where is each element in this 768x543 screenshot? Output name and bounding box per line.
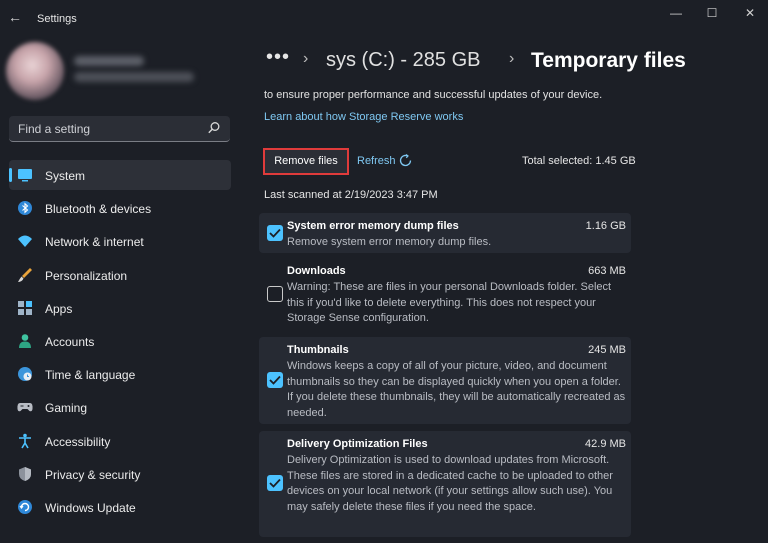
page-title: Temporary files: [531, 49, 686, 72]
sidebar-nav: System Bluetooth & devices Network & int…: [9, 160, 231, 525]
minimize-button[interactable]: —: [661, 4, 691, 22]
file-category-title: Downloads: [287, 265, 346, 277]
back-button[interactable]: ←: [4, 6, 26, 28]
total-selected: Total selected: 1.45 GB: [522, 155, 636, 167]
storage-reserve-link[interactable]: Learn about how Storage Reserve works: [264, 111, 463, 123]
sidebar-item-label: Accounts: [45, 334, 95, 349]
maximize-button[interactable]: ☐: [697, 4, 727, 22]
search-box[interactable]: [9, 116, 230, 142]
checkmark-icon: [269, 228, 281, 238]
sidebar-item-apps[interactable]: Apps: [9, 293, 231, 323]
file-category-system-error-dumps[interactable]: System error memory dump files 1.16 GB R…: [259, 213, 631, 253]
file-category-title: System error memory dump files: [287, 220, 459, 232]
sidebar-item-windows-update[interactable]: Windows Update: [9, 492, 231, 522]
sidebar-item-label: Accessibility: [45, 434, 111, 449]
breadcrumb-more-button[interactable]: •••: [266, 46, 290, 69]
close-button[interactable]: ✕: [735, 4, 765, 22]
sidebar-item-label: Gaming: [45, 401, 88, 416]
file-category-size: 42.9 MB: [585, 438, 626, 450]
shield-icon: [19, 466, 31, 481]
file-category-thumbnails[interactable]: Thumbnails 245 MB Windows keeps a copy o…: [259, 337, 631, 424]
brush-icon: [18, 267, 32, 282]
sidebar-item-label: System: [45, 169, 86, 183]
app-title: Settings: [37, 13, 77, 25]
breadcrumb-parent-link[interactable]: sys (C:) - 285 GB: [326, 49, 480, 72]
last-scanned: Last scanned at 2/19/2023 3:47 PM: [264, 189, 438, 201]
file-category-downloads[interactable]: Downloads 663 MB Warning: These are file…: [259, 258, 631, 330]
file-category-delivery-optimization[interactable]: Delivery Optimization Files 42.9 MB Deli…: [259, 431, 631, 537]
globe-clock-icon: [18, 367, 32, 382]
sidebar-item-accounts[interactable]: Accounts: [9, 326, 231, 356]
sidebar-item-personalization[interactable]: Personalization: [9, 260, 231, 290]
gamepad-icon: [17, 403, 33, 412]
checkbox-checked[interactable]: [267, 225, 283, 241]
redacted-user-name: [74, 56, 144, 66]
storage-reserve-text: to ensure proper performance and success…: [264, 89, 603, 101]
checkmark-icon: [269, 478, 281, 488]
user-profile[interactable]: [6, 42, 226, 102]
checkmark-icon: [269, 375, 281, 385]
sidebar-item-label: Time & language: [45, 368, 136, 383]
refresh-icon[interactable]: [398, 153, 413, 168]
chevron-right-icon: ›: [303, 50, 309, 67]
search-icon[interactable]: [207, 121, 221, 135]
checkbox-checked[interactable]: [267, 372, 283, 388]
sidebar-item-gaming[interactable]: Gaming: [9, 392, 231, 422]
file-category-description: Remove system error memory dump files.: [287, 236, 492, 248]
file-category-size: 245 MB: [588, 344, 626, 356]
sidebar-item-bluetooth[interactable]: Bluetooth & devices: [9, 193, 231, 223]
sidebar-item-network[interactable]: Network & internet: [9, 226, 231, 256]
file-category-title: Thumbnails: [287, 344, 349, 356]
sidebar-item-label: Apps: [45, 301, 73, 316]
file-category-description: Windows keeps a copy of all of your pict…: [287, 360, 626, 419]
avatar: [6, 42, 64, 100]
refresh-link[interactable]: Refresh: [357, 155, 396, 167]
file-category-description: Delivery Optimization is used to downloa…: [287, 454, 613, 513]
sidebar-item-label: Personalization: [45, 268, 128, 283]
person-icon: [19, 334, 31, 348]
sidebar-item-accessibility[interactable]: Accessibility: [9, 426, 231, 456]
sidebar-item-system[interactable]: System: [9, 160, 231, 190]
file-category-title: Delivery Optimization Files: [287, 438, 428, 450]
accessibility-icon: [19, 433, 31, 448]
apps-icon: [18, 300, 32, 315]
checkbox-unchecked[interactable]: [267, 286, 283, 302]
sidebar-item-privacy[interactable]: Privacy & security: [9, 459, 231, 489]
search-input[interactable]: [18, 122, 198, 136]
bluetooth-icon: [18, 201, 32, 216]
sidebar-item-label: Bluetooth & devices: [45, 202, 152, 217]
file-category-size: 663 MB: [588, 265, 626, 277]
update-icon: [18, 499, 32, 514]
monitor-icon: [18, 169, 32, 182]
sidebar-item-time-language[interactable]: Time & language: [9, 359, 231, 389]
remove-files-button[interactable]: Remove files: [263, 148, 349, 175]
file-category-size: 1.16 GB: [585, 220, 626, 232]
wifi-icon: [18, 235, 32, 248]
sidebar-item-label: Windows Update: [45, 500, 136, 515]
redacted-user-email: [74, 72, 194, 82]
file-category-description: Warning: These are files in your persona…: [287, 281, 612, 324]
checkbox-checked[interactable]: [267, 475, 283, 491]
sidebar-item-label: Network & internet: [45, 235, 144, 250]
sidebar-item-label: Privacy & security: [45, 467, 141, 482]
chevron-right-icon: ›: [509, 50, 515, 67]
title-bar: ← Settings — ☐ ✕: [0, 0, 768, 32]
